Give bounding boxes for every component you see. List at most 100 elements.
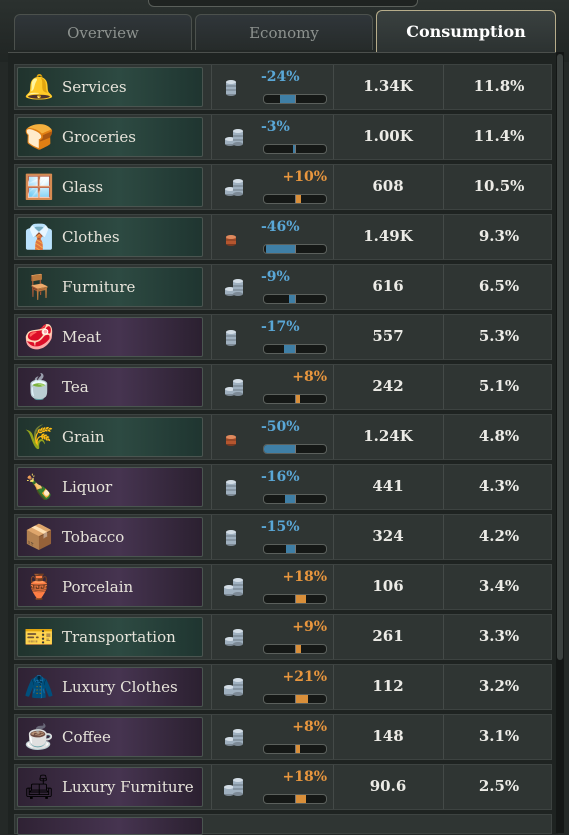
goods-name-label: Tobacco — [62, 528, 125, 546]
consumption-share: 3.1% — [478, 727, 520, 745]
column-divider — [443, 115, 444, 159]
price-change-bar — [263, 644, 327, 654]
meat-icon: 🥩 — [24, 323, 54, 351]
column-divider — [443, 615, 444, 659]
price-change-bar — [263, 794, 327, 804]
goods-row-luxury-clothes[interactable]: 🧥 Luxury Clothes +21% 112 3.2% — [14, 664, 552, 710]
goods-name-cell[interactable]: 📦 Tobacco — [17, 517, 203, 557]
goods-name-cell[interactable]: ☕ Coffee — [17, 717, 203, 757]
consumption-amount: 261 — [372, 627, 404, 645]
column-divider — [211, 65, 212, 109]
wheat-icon: 🌾 — [24, 423, 54, 451]
column-divider — [443, 415, 444, 459]
column-divider — [211, 365, 212, 409]
price-level-icon — [223, 127, 243, 147]
price-level-icon — [223, 727, 243, 747]
goods-name-label: Tea — [62, 378, 89, 396]
goods-name-cell[interactable]: 👔 Clothes — [17, 217, 203, 257]
consumption-amount: 441 — [372, 477, 404, 495]
goods-name-cell[interactable]: 🥩 Meat — [17, 317, 203, 357]
price-level-icon — [223, 527, 239, 547]
price-change-label: -16% — [261, 469, 300, 485]
goods-name-cell[interactable]: 🧥 Luxury Clothes — [17, 667, 203, 707]
goods-row-grain[interactable]: 🌾 Grain -50% 1.24K 4.8% — [14, 414, 552, 460]
goods-name-cell[interactable]: 🪟 Glass — [17, 167, 203, 207]
price-level-icon — [223, 177, 243, 197]
goods-name-cell[interactable]: 🌾 Grain — [17, 417, 203, 457]
goods-name-cell[interactable]: 🔔 Services — [17, 67, 203, 107]
consumption-share: 3.2% — [478, 677, 520, 695]
goods-row-tobacco[interactable]: 📦 Tobacco -15% 324 4.2% — [14, 514, 552, 560]
scrollbar-thumb[interactable] — [557, 54, 563, 660]
coffee-icon: ☕ — [24, 723, 54, 751]
goods-name-cell[interactable]: 🎫 Transportation — [17, 617, 203, 657]
goods-row-porcelain[interactable]: 🏺 Porcelain +18% 106 3.4% — [14, 564, 552, 610]
price-change-label: +9% — [292, 619, 327, 635]
consumption-share: 11.8% — [473, 77, 525, 95]
consumption-share: 5.3% — [478, 327, 520, 345]
goods-row-clothes[interactable]: 👔 Clothes -46% 1.49K 9.3% — [14, 214, 552, 260]
price-change-label: -50% — [261, 419, 300, 435]
goods-name-cell[interactable]: 🏺 Porcelain — [17, 567, 203, 607]
price-level-icon — [223, 277, 243, 297]
column-divider — [443, 665, 444, 709]
goods-row-tea[interactable]: 🍵 Tea +8% 242 5.1% — [14, 364, 552, 410]
consumption-amount: 106 — [372, 577, 404, 595]
price-change-bar — [263, 244, 327, 254]
goods-name-cell[interactable]: 🍞 Groceries — [17, 117, 203, 157]
consumption-share: 9.3% — [478, 227, 520, 245]
column-divider — [443, 765, 444, 809]
consumption-amount: 242 — [372, 377, 404, 395]
price-change-label: +18% — [282, 569, 327, 585]
price-change-label: +10% — [282, 169, 327, 185]
goods-row-luxury-furniture[interactable]: 🛋 Luxury Furniture +18% 90.6 2.5% — [14, 764, 552, 810]
goods-name-label: Transportation — [62, 628, 176, 646]
column-divider — [211, 265, 212, 309]
price-level-icon — [223, 627, 243, 647]
goods-name-cell[interactable]: 🍵 Tea — [17, 367, 203, 407]
consumption-amount: 324 — [372, 527, 404, 545]
price-change-bar — [263, 144, 327, 154]
goods-row-groceries[interactable]: 🍞 Groceries -3% 1.00K 11.4% — [14, 114, 552, 160]
column-divider — [443, 165, 444, 209]
consumption-share: 3.4% — [478, 577, 520, 595]
tab-consumption[interactable]: Consumption — [376, 10, 556, 52]
goods-row-partial[interactable] — [14, 814, 552, 835]
column-divider — [443, 65, 444, 109]
price-level-icon — [223, 227, 239, 247]
price-level-icon — [223, 777, 243, 797]
consumption-amount: 1.24K — [363, 427, 413, 445]
goods-row-furniture[interactable]: 🪑 Furniture -9% 616 6.5% — [14, 264, 552, 310]
column-divider — [211, 165, 212, 209]
price-level-icon — [223, 677, 243, 697]
consumption-amount: 1.34K — [363, 77, 413, 95]
goods-row-coffee[interactable]: ☕ Coffee +8% 148 3.1% — [14, 714, 552, 760]
column-divider — [211, 415, 212, 459]
price-change-bar — [263, 494, 327, 504]
goods-row-transportation[interactable]: 🎫 Transportation +9% 261 3.3% — [14, 614, 552, 660]
goods-row-glass[interactable]: 🪟 Glass +10% 608 10.5% — [14, 164, 552, 210]
goods-name-cell[interactable]: 🍾 Liquor — [17, 467, 203, 507]
consumption-share: 4.2% — [478, 527, 520, 545]
goods-name-cell[interactable] — [17, 817, 203, 835]
column-divider — [211, 765, 212, 809]
tab-overview[interactable]: Overview — [14, 14, 192, 50]
header-ornament — [148, 0, 418, 7]
goods-name-cell[interactable]: 🛋 Luxury Furniture — [17, 767, 203, 807]
consumption-share: 6.5% — [478, 277, 520, 295]
tab-economy[interactable]: Economy — [195, 14, 373, 50]
goods-row-services[interactable]: 🔔 Services -24% 1.34K 11.8% — [14, 64, 552, 110]
goods-name-label: Glass — [62, 178, 104, 196]
clothes-icon: 👔 — [24, 223, 54, 251]
goods-row-liquor[interactable]: 🍾 Liquor -16% 441 4.3% — [14, 464, 552, 510]
goods-name-cell[interactable]: 🪑 Furniture — [17, 267, 203, 307]
column-divider — [211, 465, 212, 509]
price-change-label: +8% — [292, 719, 327, 735]
goods-name-label: Clothes — [62, 228, 120, 246]
teacup-icon: 🍵 — [24, 373, 54, 401]
consumption-share: 4.8% — [478, 427, 520, 445]
goods-row-meat[interactable]: 🥩 Meat -17% 557 5.3% — [14, 314, 552, 360]
chair-icon: 🪑 — [24, 273, 54, 301]
goods-name-label: Luxury Clothes — [62, 678, 178, 696]
price-change-bar — [263, 544, 327, 554]
